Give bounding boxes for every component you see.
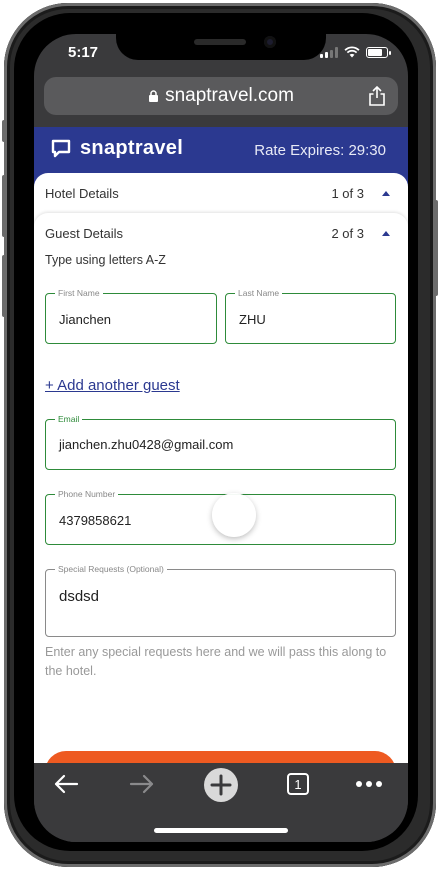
plus-icon [204,768,238,802]
logo-icon [51,139,71,157]
first-name-field[interactable]: First Name Jianchen [45,287,217,344]
new-tab-button[interactable] [202,767,240,803]
collapse-icon[interactable] [382,191,390,196]
tab-count: 1 [287,773,309,795]
name-hint: Type using letters A-Z [45,253,166,267]
brand-logo[interactable]: snaptravel [51,137,183,160]
touch-indicator [212,493,256,537]
notch [116,34,326,60]
status-time: 5:17 [68,44,99,61]
guest-details-title: Guest Details [45,226,124,241]
special-requests-value: dsdsd [59,588,100,605]
side-button [2,120,6,142]
more-icon [356,781,382,787]
special-requests-field[interactable]: Special Requests (Optional) dsdsd [45,563,396,637]
last-name-value: ZHU [239,312,266,327]
hotel-details-title: Hotel Details [45,186,119,201]
phone-value: 4379858621 [59,513,132,528]
side-button [2,175,6,237]
special-requests-label: Special Requests (Optional) [55,563,167,575]
back-arrow-icon [54,774,79,794]
email-label: Email [55,413,83,425]
rate-expires: Rate Expires: 29:30 [254,142,386,159]
back-button[interactable] [50,769,82,799]
phone-screen: 5:17 snaptravel.com snaptravel Rate Expi… [34,34,408,842]
tabs-button[interactable]: 1 [284,769,312,799]
wifi-icon [344,46,360,58]
battery-icon [366,46,391,58]
site-header: snaptravel Rate Expires: 29:30 [34,127,408,173]
brand-name: snaptravel [80,137,184,159]
special-requests-help: Enter any special requests here and we w… [45,645,387,678]
url-text: snaptravel.com [165,85,294,106]
home-indicator[interactable] [154,828,288,833]
side-button [434,200,438,296]
hotel-details-step: 1 of 3 [331,186,364,201]
forward-arrow-icon [129,774,154,794]
first-name-value: Jianchen [59,312,112,327]
guest-details-section: Guest Details 2 of 3 Type using letters … [34,213,408,793]
phone-label: Phone Number [55,488,119,500]
address-bar[interactable]: snaptravel.com [44,77,398,115]
add-guest-link[interactable]: + Add another guest [45,377,180,394]
first-name-label: First Name [55,287,103,299]
camera [264,36,276,48]
share-icon[interactable] [368,86,386,106]
forward-button[interactable] [126,769,158,799]
browser-toolbar: 1 [34,763,408,842]
guest-details-step: 2 of 3 [331,226,364,241]
email-field[interactable]: Email jianchen.zhu0428@gmail.com [45,413,396,470]
collapse-icon[interactable] [382,231,390,236]
side-button [2,255,6,317]
last-name-field[interactable]: Last Name ZHU [225,287,396,344]
email-value: jianchen.zhu0428@gmail.com [59,437,234,452]
more-button[interactable] [353,769,385,799]
checkout-panel: Hotel Details 1 of 3 Guest Details 2 of … [34,173,408,793]
status-icons [320,46,391,58]
last-name-label: Last Name [235,287,283,299]
speaker [194,39,246,45]
lock-icon [149,90,159,102]
